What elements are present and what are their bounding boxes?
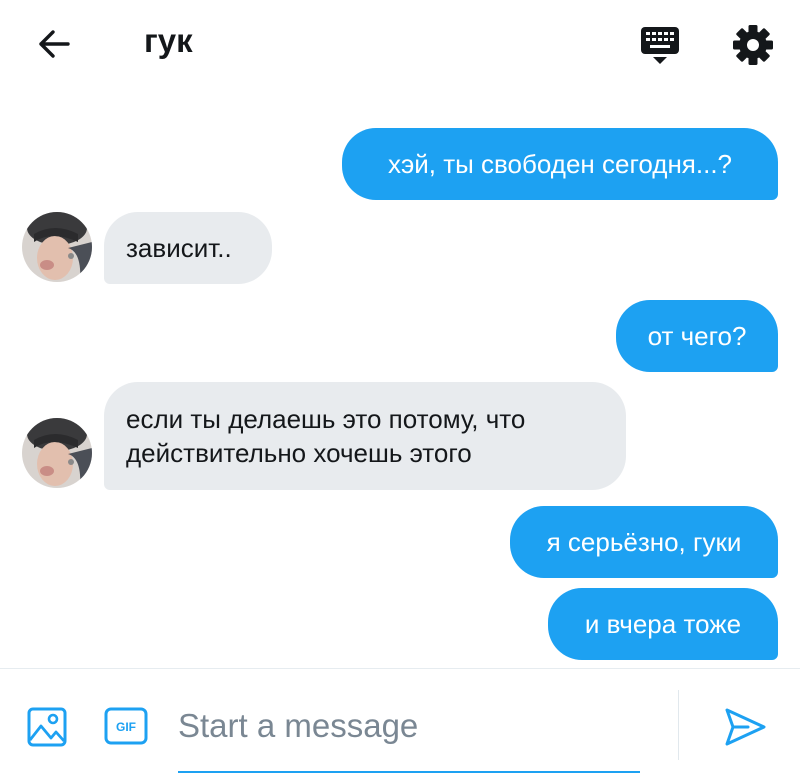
message-input[interactable] bbox=[176, 702, 646, 750]
add-image-button[interactable] bbox=[26, 706, 68, 748]
avatar[interactable] bbox=[22, 212, 92, 282]
gear-icon bbox=[733, 25, 773, 65]
avatar-image bbox=[22, 418, 92, 488]
send-button[interactable] bbox=[722, 704, 768, 750]
message-bubble-outgoing[interactable]: хэй, ты свободен сегодня...? bbox=[342, 128, 778, 200]
back-button[interactable] bbox=[34, 24, 74, 64]
dm-keyboard-button[interactable] bbox=[638, 24, 682, 68]
composer-divider bbox=[0, 668, 800, 669]
message-bubble-incoming[interactable]: зависит.. bbox=[104, 212, 272, 284]
message-text: если ты делаешь это потому, что действит… bbox=[126, 404, 526, 468]
image-icon bbox=[27, 707, 67, 747]
send-icon bbox=[725, 708, 766, 746]
message-text: я серьёзно, гуки bbox=[546, 527, 742, 557]
arrow-left-icon bbox=[39, 30, 70, 58]
message-text: и вчера тоже bbox=[584, 609, 742, 639]
message-bubble-outgoing[interactable]: от чего? bbox=[616, 300, 778, 372]
composer-separator bbox=[678, 690, 679, 760]
conversation-header: гук bbox=[0, 0, 800, 90]
message-text: зависит.. bbox=[126, 233, 232, 263]
message-bubble-outgoing[interactable]: и вчера тоже bbox=[548, 588, 778, 660]
avatar[interactable] bbox=[22, 418, 92, 488]
avatar-image bbox=[22, 212, 92, 282]
keyboard-icon bbox=[641, 27, 679, 64]
gif-label: GIF bbox=[116, 720, 136, 734]
conversation-title: гук bbox=[144, 22, 193, 59]
message-bubble-incoming[interactable]: если ты делаешь это потому, что действит… bbox=[104, 382, 626, 490]
add-gif-button[interactable]: GIF bbox=[104, 707, 148, 745]
gif-icon: GIF bbox=[104, 707, 148, 745]
input-underline bbox=[178, 771, 640, 773]
settings-button[interactable] bbox=[730, 22, 776, 68]
message-bubble-outgoing[interactable]: я серьёзно, гуки bbox=[510, 506, 778, 578]
message-text: хэй, ты свободен сегодня...? bbox=[387, 149, 733, 179]
message-text: от чего? bbox=[647, 321, 747, 351]
